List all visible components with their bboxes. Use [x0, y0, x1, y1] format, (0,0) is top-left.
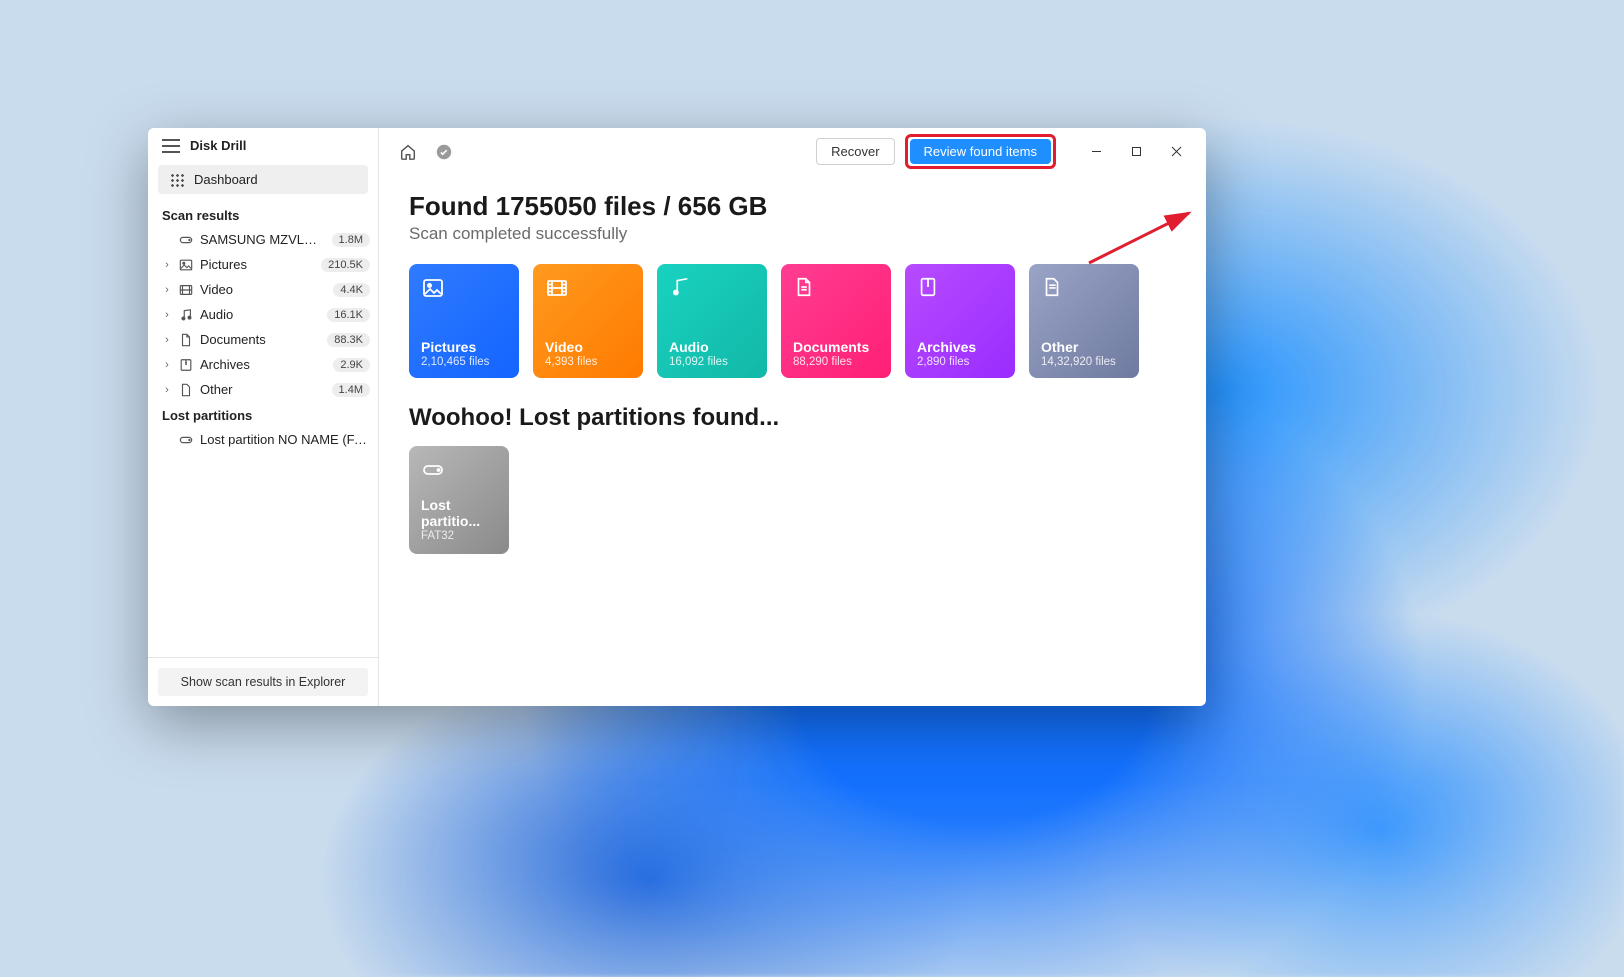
lost-partitions-title: Woohoo! Lost partitions found...	[409, 404, 1176, 432]
found-title: Found 1755050 files / 656 GB	[409, 191, 1176, 222]
document-icon	[793, 276, 879, 304]
chevron-right-icon: ›	[162, 309, 172, 321]
category-tiles: Pictures 2,10,465 files Video 4,393 file…	[409, 264, 1176, 378]
chevron-right-icon: ›	[162, 284, 172, 296]
check-circle-icon[interactable]	[433, 141, 455, 163]
app-title: Disk Drill	[190, 138, 246, 153]
tile-video[interactable]: Video 4,393 files	[533, 264, 643, 378]
section-lost-partitions: Lost partitions	[148, 402, 378, 427]
show-in-explorer-button[interactable]: Show scan results in Explorer	[158, 668, 368, 696]
app-window: Disk Drill Dashboard Scan results › SAMS…	[148, 128, 1206, 706]
tile-audio[interactable]: Audio 16,092 files	[657, 264, 767, 378]
review-highlight: Review found items	[905, 134, 1056, 169]
device-badge: 1.8M	[332, 233, 370, 247]
film-icon	[178, 283, 194, 297]
sidebar-item-audio[interactable]: › Audio 16.1K	[148, 302, 378, 327]
tile-archives[interactable]: Archives 2,890 files	[905, 264, 1015, 378]
image-icon	[178, 258, 194, 272]
sidebar-header: Disk Drill	[148, 128, 378, 161]
lost-partition-label: Lost partition NO NAME (FAT...	[200, 432, 370, 447]
tile-other[interactable]: Other 14,32,920 files	[1029, 264, 1139, 378]
archive-icon	[917, 276, 1003, 304]
sidebar-device[interactable]: › SAMSUNG MZVLB1T0... 1.8M	[148, 227, 378, 252]
archive-icon	[178, 358, 194, 372]
hamburger-icon[interactable]	[162, 139, 180, 153]
film-icon	[545, 276, 631, 304]
main-area: Recover Review found items Found 1755050…	[379, 128, 1206, 706]
disk-icon	[178, 233, 194, 247]
section-scan-results: Scan results	[148, 202, 378, 227]
music-icon	[669, 276, 755, 304]
music-icon	[178, 308, 194, 322]
disk-icon	[178, 433, 194, 447]
window-controls	[1076, 138, 1196, 166]
file-icon	[1041, 276, 1127, 304]
sidebar-item-documents[interactable]: › Documents 88.3K	[148, 327, 378, 352]
found-subtitle: Scan completed successfully	[409, 224, 1176, 244]
document-icon	[178, 333, 194, 347]
grid-icon	[170, 173, 184, 187]
chevron-right-icon: ›	[162, 334, 172, 346]
minimize-button[interactable]	[1076, 138, 1116, 166]
review-found-items-button[interactable]: Review found items	[910, 139, 1051, 164]
tile-pictures[interactable]: Pictures 2,10,465 files	[409, 264, 519, 378]
device-label: SAMSUNG MZVLB1T0...	[200, 232, 326, 247]
close-button[interactable]	[1156, 138, 1196, 166]
chevron-right-icon: ›	[162, 259, 172, 271]
sidebar-footer: Show scan results in Explorer	[148, 657, 378, 706]
disk-icon	[421, 458, 497, 486]
maximize-button[interactable]	[1116, 138, 1156, 166]
topbar: Recover Review found items	[379, 128, 1206, 173]
recover-button[interactable]: Recover	[816, 138, 894, 165]
sidebar: Disk Drill Dashboard Scan results › SAMS…	[148, 128, 379, 706]
chevron-right-icon: ›	[162, 359, 172, 371]
image-icon	[421, 276, 507, 304]
sidebar-lost-partition[interactable]: › Lost partition NO NAME (FAT...	[148, 427, 378, 452]
sidebar-item-other[interactable]: › Other 1.4M	[148, 377, 378, 402]
other-icon	[178, 383, 194, 397]
dashboard-button[interactable]: Dashboard	[158, 165, 368, 194]
sidebar-item-archives[interactable]: › Archives 2.9K	[148, 352, 378, 377]
content: Found 1755050 files / 656 GB Scan comple…	[379, 173, 1206, 574]
chevron-right-icon: ›	[162, 384, 172, 396]
tile-lost-partition[interactable]: Lost partitio... FAT32	[409, 446, 509, 554]
home-icon[interactable]	[397, 141, 419, 163]
dashboard-label: Dashboard	[194, 172, 258, 187]
sidebar-item-pictures[interactable]: › Pictures 210.5K	[148, 252, 378, 277]
tile-documents[interactable]: Documents 88,290 files	[781, 264, 891, 378]
sidebar-item-video[interactable]: › Video 4.4K	[148, 277, 378, 302]
